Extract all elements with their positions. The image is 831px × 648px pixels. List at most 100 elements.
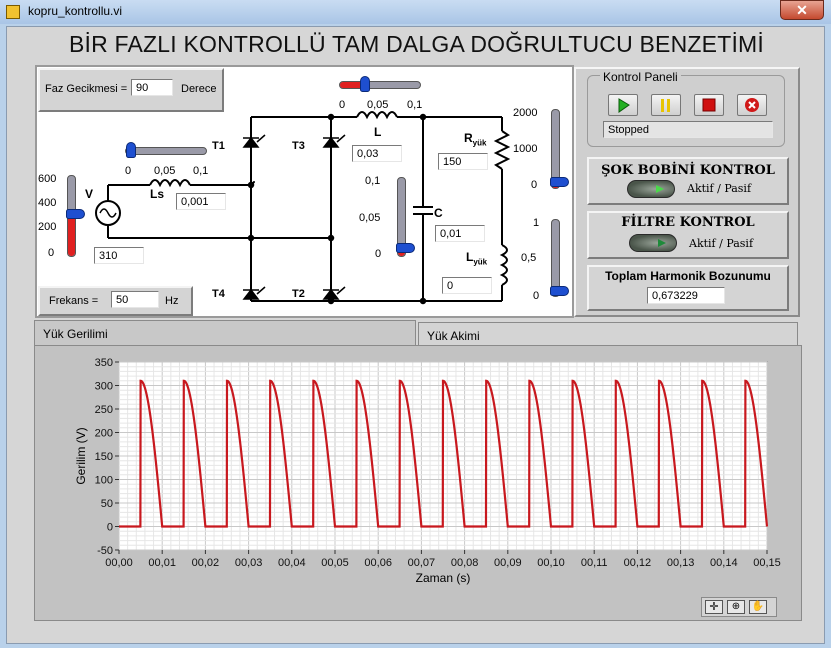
l-load-slider-tick: 0,5 (521, 252, 537, 264)
x-tick-label: 00,03 (235, 557, 263, 569)
y-tick-label: -50 (97, 545, 113, 557)
y-tick-label: 100 (95, 475, 113, 487)
l-label: L (374, 125, 382, 139)
x-tick-label: 00,04 (278, 557, 306, 569)
stop-icon (702, 98, 716, 112)
t3-label: T3 (292, 140, 305, 152)
load-inductor-icon (499, 244, 508, 286)
window-close-button[interactable]: ✕ (780, 0, 824, 20)
load-voltage-chart: 350 300 250 200 150 100 50 0 -5000,00 00,01 00,02 0… (74, 357, 781, 585)
ls-inductor-icon (149, 179, 191, 188)
tab-yuk-gerilimi[interactable]: Yük Gerilimi (34, 320, 416, 346)
status-text: Stopped (603, 121, 773, 138)
ls-slider-tick: 0,05 (154, 165, 176, 177)
r-load-input[interactable]: 150 (438, 153, 488, 170)
filter-toggle[interactable] (629, 234, 677, 252)
slider-fill (68, 213, 75, 256)
l-load-slider-tick: 1 (533, 217, 540, 229)
source-voltage-input[interactable]: 310 (94, 247, 144, 264)
slider-knob[interactable] (396, 243, 415, 253)
waveform-graph-panel: 350 300 250 200 150 100 50 0 -50 00,00 00,01 00,02 0… (34, 345, 802, 621)
source-voltage-slider[interactable] (66, 175, 85, 257)
l-input[interactable]: 0,03 (352, 145, 402, 162)
ls-slider-tick: 0 (125, 165, 132, 177)
x-tick-label: 00,06 (364, 557, 392, 569)
title-bar (0, 0, 831, 24)
slider-knob[interactable] (126, 142, 136, 158)
r-slider-tick: 0 (531, 179, 538, 191)
thyristor-t3-icon (322, 136, 340, 148)
l-slider-tick: 0,05 (367, 99, 389, 111)
stop-button[interactable] (694, 94, 724, 116)
c-slider[interactable] (396, 177, 415, 257)
l-load-slider[interactable] (550, 219, 569, 297)
x-tick-label: 00,00 (105, 557, 133, 569)
slider-knob[interactable] (359, 76, 370, 92)
x-tick-label: 00,15 (753, 557, 781, 569)
source-slider-tick: 0 (48, 247, 55, 259)
t1-label: T1 (212, 140, 225, 152)
x-tick-label: 00,08 (451, 557, 479, 569)
zoom-icon[interactable]: ⊕ (727, 600, 745, 614)
play-icon (658, 239, 666, 247)
frequency-input[interactable]: 50 (111, 291, 159, 308)
l-load-label: Lyük (466, 250, 488, 267)
thyristor-t4-icon (242, 288, 260, 300)
x-tick-label: 00,14 (710, 557, 738, 569)
r-load-label: Ryük (464, 131, 487, 148)
circuit-panel: Faz Gecikmesi = 90 Derece Frekans = 50 H… (35, 65, 574, 318)
x-tick-label: 00,09 (494, 557, 522, 569)
window-title: kopru_kontrollu.vi (28, 4, 123, 18)
abort-button[interactable] (737, 94, 767, 116)
close-circle-icon (745, 98, 759, 112)
cursor-icon[interactable]: ✛ (705, 600, 723, 614)
l-slider-tick: 0 (339, 99, 346, 111)
ls-input[interactable]: 0,001 (176, 193, 226, 210)
y-tick-label: 250 (95, 404, 113, 416)
x-tick-label: 00,01 (148, 557, 176, 569)
phase-delay-unit: Derece (181, 83, 217, 95)
ls-label: Ls (150, 187, 165, 201)
choke-title: ŞOK BOBİNİ KONTROL (601, 163, 775, 178)
l-slider[interactable] (339, 76, 421, 92)
c-slider-tick: 0,1 (365, 175, 381, 187)
slider-knob[interactable] (550, 177, 569, 187)
y-tick-label: 300 (95, 381, 113, 393)
frequency-label: Frekans = (49, 295, 99, 307)
c-input[interactable]: 0,01 (435, 225, 485, 242)
labview-app-icon (6, 5, 20, 19)
slider-knob[interactable] (66, 208, 85, 219)
phase-delay-input[interactable]: 90 (131, 79, 173, 96)
r-load-slider[interactable] (550, 109, 569, 189)
thd-title: Toplam Harmonik Bozunumu (605, 269, 771, 283)
x-tick-label: 00,07 (408, 557, 436, 569)
y-tick-label: 0 (107, 522, 113, 534)
slider-knob[interactable] (550, 286, 569, 296)
pan-hand-icon[interactable]: ✋ (749, 600, 767, 614)
source-slider-tick: 600 (38, 173, 57, 185)
choke-toggle[interactable] (627, 180, 675, 198)
ls-slider[interactable] (125, 142, 207, 158)
ls-slider-tick: 0,1 (193, 165, 209, 177)
load-resistor-icon (493, 130, 511, 170)
thyristor-t1-icon (242, 136, 260, 148)
pause-icon (661, 99, 670, 112)
choke-toggle-label: Aktif / Pasif (687, 182, 752, 195)
x-tick-label: 00,13 (667, 557, 695, 569)
x-tick-label: 00,02 (192, 557, 220, 569)
run-button[interactable] (608, 94, 638, 116)
x-tick-label: 00,12 (624, 557, 652, 569)
l-load-input[interactable]: 0 (442, 277, 492, 294)
x-tick-label: 00,11 (581, 557, 608, 569)
pause-button[interactable] (651, 94, 681, 116)
frequency-unit: Hz (165, 295, 179, 307)
x-tick-label: 00,05 (321, 557, 349, 569)
tab-yuk-akimi[interactable]: Yük Akimi (418, 322, 798, 346)
t2-label: T2 (292, 288, 305, 300)
r-slider-tick: 2000 (513, 107, 538, 119)
vi-front-panel: BİR FAZLI KONTROLLÜ TAM DALGA DOĞRULTUCU… (6, 26, 825, 644)
l-inductor-icon (356, 111, 398, 120)
x-tick-label: 00,10 (537, 557, 565, 569)
thd-value: 0,673229 (647, 287, 725, 304)
source-slider-tick: 200 (38, 221, 57, 233)
